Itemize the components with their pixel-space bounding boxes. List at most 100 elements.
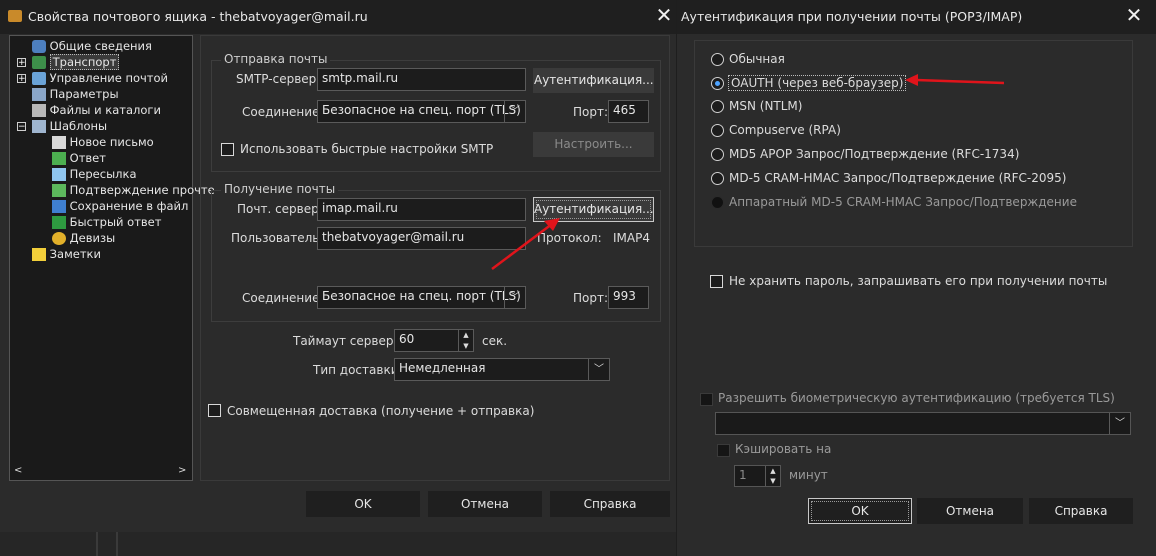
- timeout-stepper[interactable]: 60 ▲ ▼: [394, 329, 474, 352]
- tree-item-mail-management[interactable]: Управление почтой: [32, 71, 168, 85]
- setup-button[interactable]: Настроить...: [533, 132, 654, 157]
- tree-item-label: Девизы: [69, 231, 116, 245]
- chevron-down-icon[interactable]: ﹀: [588, 359, 609, 380]
- chevron-down-icon[interactable]: ﹀: [504, 101, 525, 122]
- tree-item-read-confirm[interactable]: Подтверждение прочте: [52, 183, 215, 197]
- timeout-label: Таймаут сервера:: [293, 334, 405, 348]
- combined-delivery-label: Совмещенная доставка (получение + отправ…: [227, 404, 535, 418]
- quick-smtp-checkbox[interactable]: [221, 143, 234, 156]
- cancel-button[interactable]: Отмена: [428, 491, 542, 517]
- spin-down-icon[interactable]: ▼: [458, 340, 473, 351]
- send-port-label: Порт:: [573, 105, 609, 119]
- tree-item-label: Шаблоны: [49, 119, 108, 133]
- help-button[interactable]: Справка: [550, 491, 670, 517]
- receive-port-field[interactable]: 993: [608, 286, 649, 309]
- auth-help-button[interactable]: Справка: [1029, 498, 1133, 524]
- tree-item-notes[interactable]: Заметки: [32, 247, 101, 261]
- tree-item-templates[interactable]: Шаблоны: [32, 119, 107, 133]
- auth-option-radio[interactable]: [711, 148, 724, 161]
- mail-management-icon: [32, 72, 46, 85]
- auth-option-radio[interactable]: [711, 77, 724, 90]
- tree-item-label: Управление почтой: [49, 71, 169, 85]
- cache-checkbox: [717, 444, 730, 457]
- auth-dialog-titlebar: Аутентификация при получении почты (POP3…: [677, 0, 1156, 34]
- biometric-select: ﹀: [715, 412, 1131, 435]
- send-connection-value: Безопасное на спец. порт (TLS): [322, 103, 521, 117]
- tree-item-reply[interactable]: Ответ: [52, 151, 106, 165]
- tree-item-label: Быстрый ответ: [69, 215, 162, 229]
- tree-item-transport[interactable]: Транспорт: [32, 54, 120, 70]
- cache-unit: минут: [789, 468, 828, 482]
- tree-item-files[interactable]: Файлы и каталоги: [32, 103, 161, 117]
- receive-connection-label: Соединение:: [242, 291, 324, 305]
- divider: [116, 532, 118, 556]
- auth-option-radio[interactable]: [711, 124, 724, 137]
- auth-option-label: Compuserve (RPA): [729, 123, 841, 137]
- parameters-icon: [32, 88, 46, 101]
- auth-option-label: MSN (NTLM): [729, 99, 803, 113]
- biometric-checkbox: [700, 393, 713, 406]
- tree-horizontal-scrollbar[interactable]: < >: [10, 464, 192, 480]
- receive-auth-button[interactable]: Аутентификация...: [533, 197, 654, 222]
- cache-stepper: 1 ▲ ▼: [734, 465, 781, 487]
- mailbox-properties-window: Свойства почтового ящика - thebatvoyager…: [0, 0, 676, 556]
- files-icon: [32, 104, 46, 117]
- smtp-server-field[interactable]: smtp.mail.ru: [317, 68, 526, 91]
- receive-mail-group-title: Получение почты: [221, 182, 339, 196]
- tree-item-label: Сохранение в файл: [69, 199, 189, 213]
- auth-option-radio[interactable]: [711, 53, 724, 66]
- auth-option-label: Аппаратный MD-5 CRAM-HMAC Запрос/Подтвер…: [729, 195, 1077, 209]
- chevron-down-icon: ﹀: [1109, 413, 1130, 434]
- delivery-type-select[interactable]: Немедленная ﹀: [394, 358, 610, 381]
- tree-item-general[interactable]: Общие сведения: [32, 39, 152, 53]
- spin-up-icon[interactable]: ▲: [458, 330, 473, 341]
- chevron-down-icon[interactable]: ﹀: [504, 287, 525, 308]
- tree-item-quick-reply[interactable]: Быстрый ответ: [52, 215, 161, 229]
- auth-option-radio[interactable]: [711, 100, 724, 113]
- tree-item-mottos[interactable]: Девизы: [52, 231, 115, 245]
- receive-connection-select[interactable]: Безопасное на спец. порт (TLS) ﹀: [317, 286, 526, 309]
- protocol-label: Протокол:: [537, 231, 602, 245]
- auth-dialog-title: Аутентификация при получении почты (POP3…: [681, 9, 1023, 24]
- mail-server-field[interactable]: imap.mail.ru: [317, 198, 526, 221]
- tree-item-label: Транспорт: [49, 54, 120, 70]
- tree-item-forward[interactable]: Пересылка: [52, 167, 137, 181]
- smtp-auth-button[interactable]: Аутентификация...: [533, 68, 654, 93]
- auth-cancel-button[interactable]: Отмена: [917, 498, 1023, 524]
- timeout-value: 60: [399, 332, 415, 346]
- tree-item-new-letter[interactable]: Новое письмо: [52, 135, 154, 149]
- no-save-password-checkbox[interactable]: [710, 275, 723, 288]
- scroll-left-icon[interactable]: <: [14, 465, 22, 476]
- receive-connection-value: Безопасное на спец. порт (TLS): [322, 289, 521, 303]
- combined-delivery-checkbox[interactable]: [208, 404, 221, 417]
- ok-button[interactable]: OK: [306, 491, 420, 517]
- tree-item-label: Параметры: [49, 87, 119, 101]
- auth-method-group: [694, 40, 1133, 247]
- user-field[interactable]: thebatvoyager@mail.ru: [317, 227, 526, 250]
- smtp-server-label: SMTP-сервер:: [236, 72, 321, 86]
- auth-option-radio: [711, 196, 724, 209]
- cache-value: 1: [739, 468, 747, 482]
- settings-tree[interactable]: Общие сведения + Транспорт + Управление …: [9, 35, 215, 481]
- tree-item-parameters[interactable]: Параметры: [32, 87, 119, 101]
- send-connection-select[interactable]: Безопасное на спец. порт (TLS) ﹀: [317, 100, 526, 123]
- general-icon: [32, 40, 46, 53]
- reply-icon: [52, 152, 66, 165]
- user-label: Пользователь:: [231, 231, 324, 245]
- auth-option-radio[interactable]: [711, 172, 724, 185]
- auth-ok-button[interactable]: OK: [808, 498, 912, 524]
- expand-icon[interactable]: +: [17, 58, 26, 68]
- divider: [96, 532, 98, 556]
- close-icon[interactable]: ✕: [1116, 0, 1152, 32]
- receive-port-label: Порт:: [573, 291, 609, 305]
- auth-option-label: Обычная: [729, 52, 785, 66]
- send-port-field[interactable]: 465: [608, 100, 649, 123]
- scroll-right-icon[interactable]: >: [178, 465, 186, 476]
- expand-icon[interactable]: +: [17, 74, 26, 84]
- collapse-icon[interactable]: −: [17, 122, 26, 132]
- read-confirm-icon: [52, 184, 66, 197]
- tree-item-save-file[interactable]: Сохранение в файл: [52, 199, 188, 213]
- mail-server-label: Почт. сервер:: [237, 202, 323, 216]
- quick-reply-icon: [52, 216, 66, 229]
- tree-item-label: Пересылка: [69, 167, 137, 181]
